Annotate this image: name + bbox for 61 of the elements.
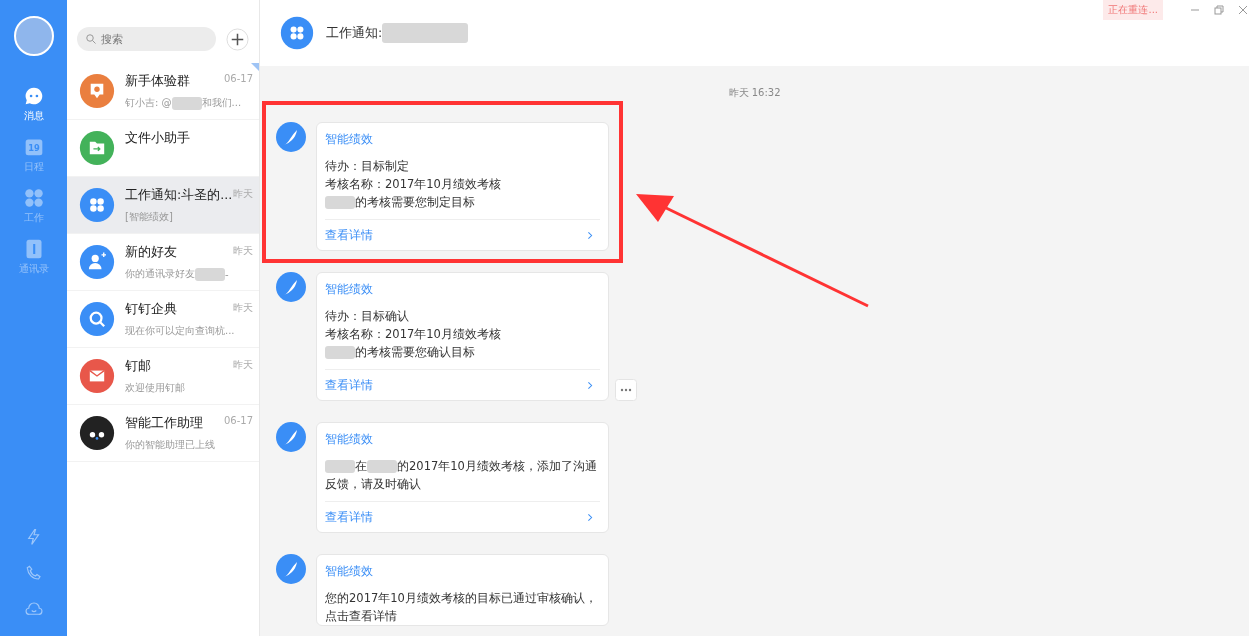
add-button[interactable]: [226, 27, 249, 51]
message-text: 考核名称：2017年10月绩效考核: [325, 176, 502, 193]
chevron-icon: [586, 511, 594, 523]
sender-name: 智能绩效: [325, 131, 374, 148]
conversation-time: 06-17: [223, 73, 253, 86]
more-button[interactable]: [615, 379, 637, 401]
message-preview: [智能绩效]: [125, 210, 173, 224]
blurred-text: [195, 267, 225, 281]
message-text: 在 的2017年10月绩效考核，添加了沟通反馈，请及时确认: [325, 458, 598, 493]
message-preview: 和我们...: [201, 96, 242, 110]
sender-name: 智能绩效: [325, 431, 374, 448]
blurred-text: [171, 96, 202, 110]
conversation-item[interactable]: 智能工作助理 06-17 你的智能助理已上线: [67, 405, 259, 462]
conversation-time: 昨天: [233, 358, 253, 372]
chevron-icon: [586, 379, 594, 391]
chevron-icon: [586, 229, 594, 241]
conversation-time: 昨天: [233, 244, 253, 258]
phone-icon[interactable]: [24, 564, 43, 582]
conversation-name: 钉钉企典: [125, 301, 177, 318]
reconnecting-badge: 正在重连...: [1103, 0, 1163, 20]
conversation-name: 新手体验群: [125, 73, 190, 90]
message-preview: 你的智能助理已上线: [125, 438, 215, 452]
sender-name: 智能绩效: [325, 563, 374, 580]
message-preview: -: [225, 268, 229, 280]
message-text: 您的2017年10月绩效考核的目标已通过审核确认，点击查看详情: [325, 590, 598, 625]
feather-avatar-icon: [276, 272, 306, 302]
sender-name: 智能绩效: [325, 281, 374, 298]
close-icon[interactable]: [1237, 4, 1249, 16]
conversation-item[interactable]: 钉邮 昨天 欢迎使用钉邮: [67, 348, 259, 405]
message-text: 的考核需要您确认目标: [325, 343, 600, 361]
calendar-icon: 19: [23, 137, 44, 157]
cloud-icon[interactable]: [24, 600, 43, 618]
feather-avatar-icon: [276, 554, 306, 584]
conversation-time: 06-17: [223, 415, 253, 428]
feather-avatar-icon: [276, 422, 306, 452]
message-text: 考核名称：2017年10月绩效考核: [325, 326, 502, 343]
message-preview: 钉小吉: @: [125, 96, 172, 110]
conversation-name: 工作通知:斗圣的...: [125, 187, 233, 204]
chat-title: 工作通知:: [326, 24, 383, 42]
avatar-circle[interactable]: [13, 16, 54, 56]
message-preview: 现在你可以定向查询杭...: [125, 324, 235, 338]
feather-avatar-icon: [276, 122, 306, 152]
grid-avatar-icon: [280, 16, 314, 50]
conversation-name: 钉邮: [125, 358, 151, 375]
timestamp: 昨天 16:32: [727, 86, 782, 100]
message-text: 的考核需要您制定目标: [325, 193, 600, 211]
conversation-item[interactable]: 新的好友 昨天 你的通讯录好友 -: [67, 234, 259, 291]
restore-icon[interactable]: [1213, 4, 1225, 16]
message-text: 待办：目标确认: [325, 308, 410, 325]
search-icon: [85, 33, 97, 45]
message-text: 待办：目标制定: [325, 158, 410, 175]
message-preview: 欢迎使用钉邮: [125, 381, 185, 395]
chat-icon: [23, 86, 44, 106]
conversation-name: 新的好友: [125, 244, 177, 261]
grid-icon: [23, 188, 44, 208]
conversation-name: 文件小助手: [125, 130, 190, 147]
message-preview: 你的通讯录好友: [125, 267, 195, 281]
conversation-item[interactable]: 钉钉企典 昨天 现在你可以定向查询杭...: [67, 291, 259, 348]
conversation-time: 昨天: [233, 301, 253, 315]
search-field[interactable]: 搜索: [77, 27, 216, 51]
conversation-name: 智能工作助理: [125, 415, 203, 432]
